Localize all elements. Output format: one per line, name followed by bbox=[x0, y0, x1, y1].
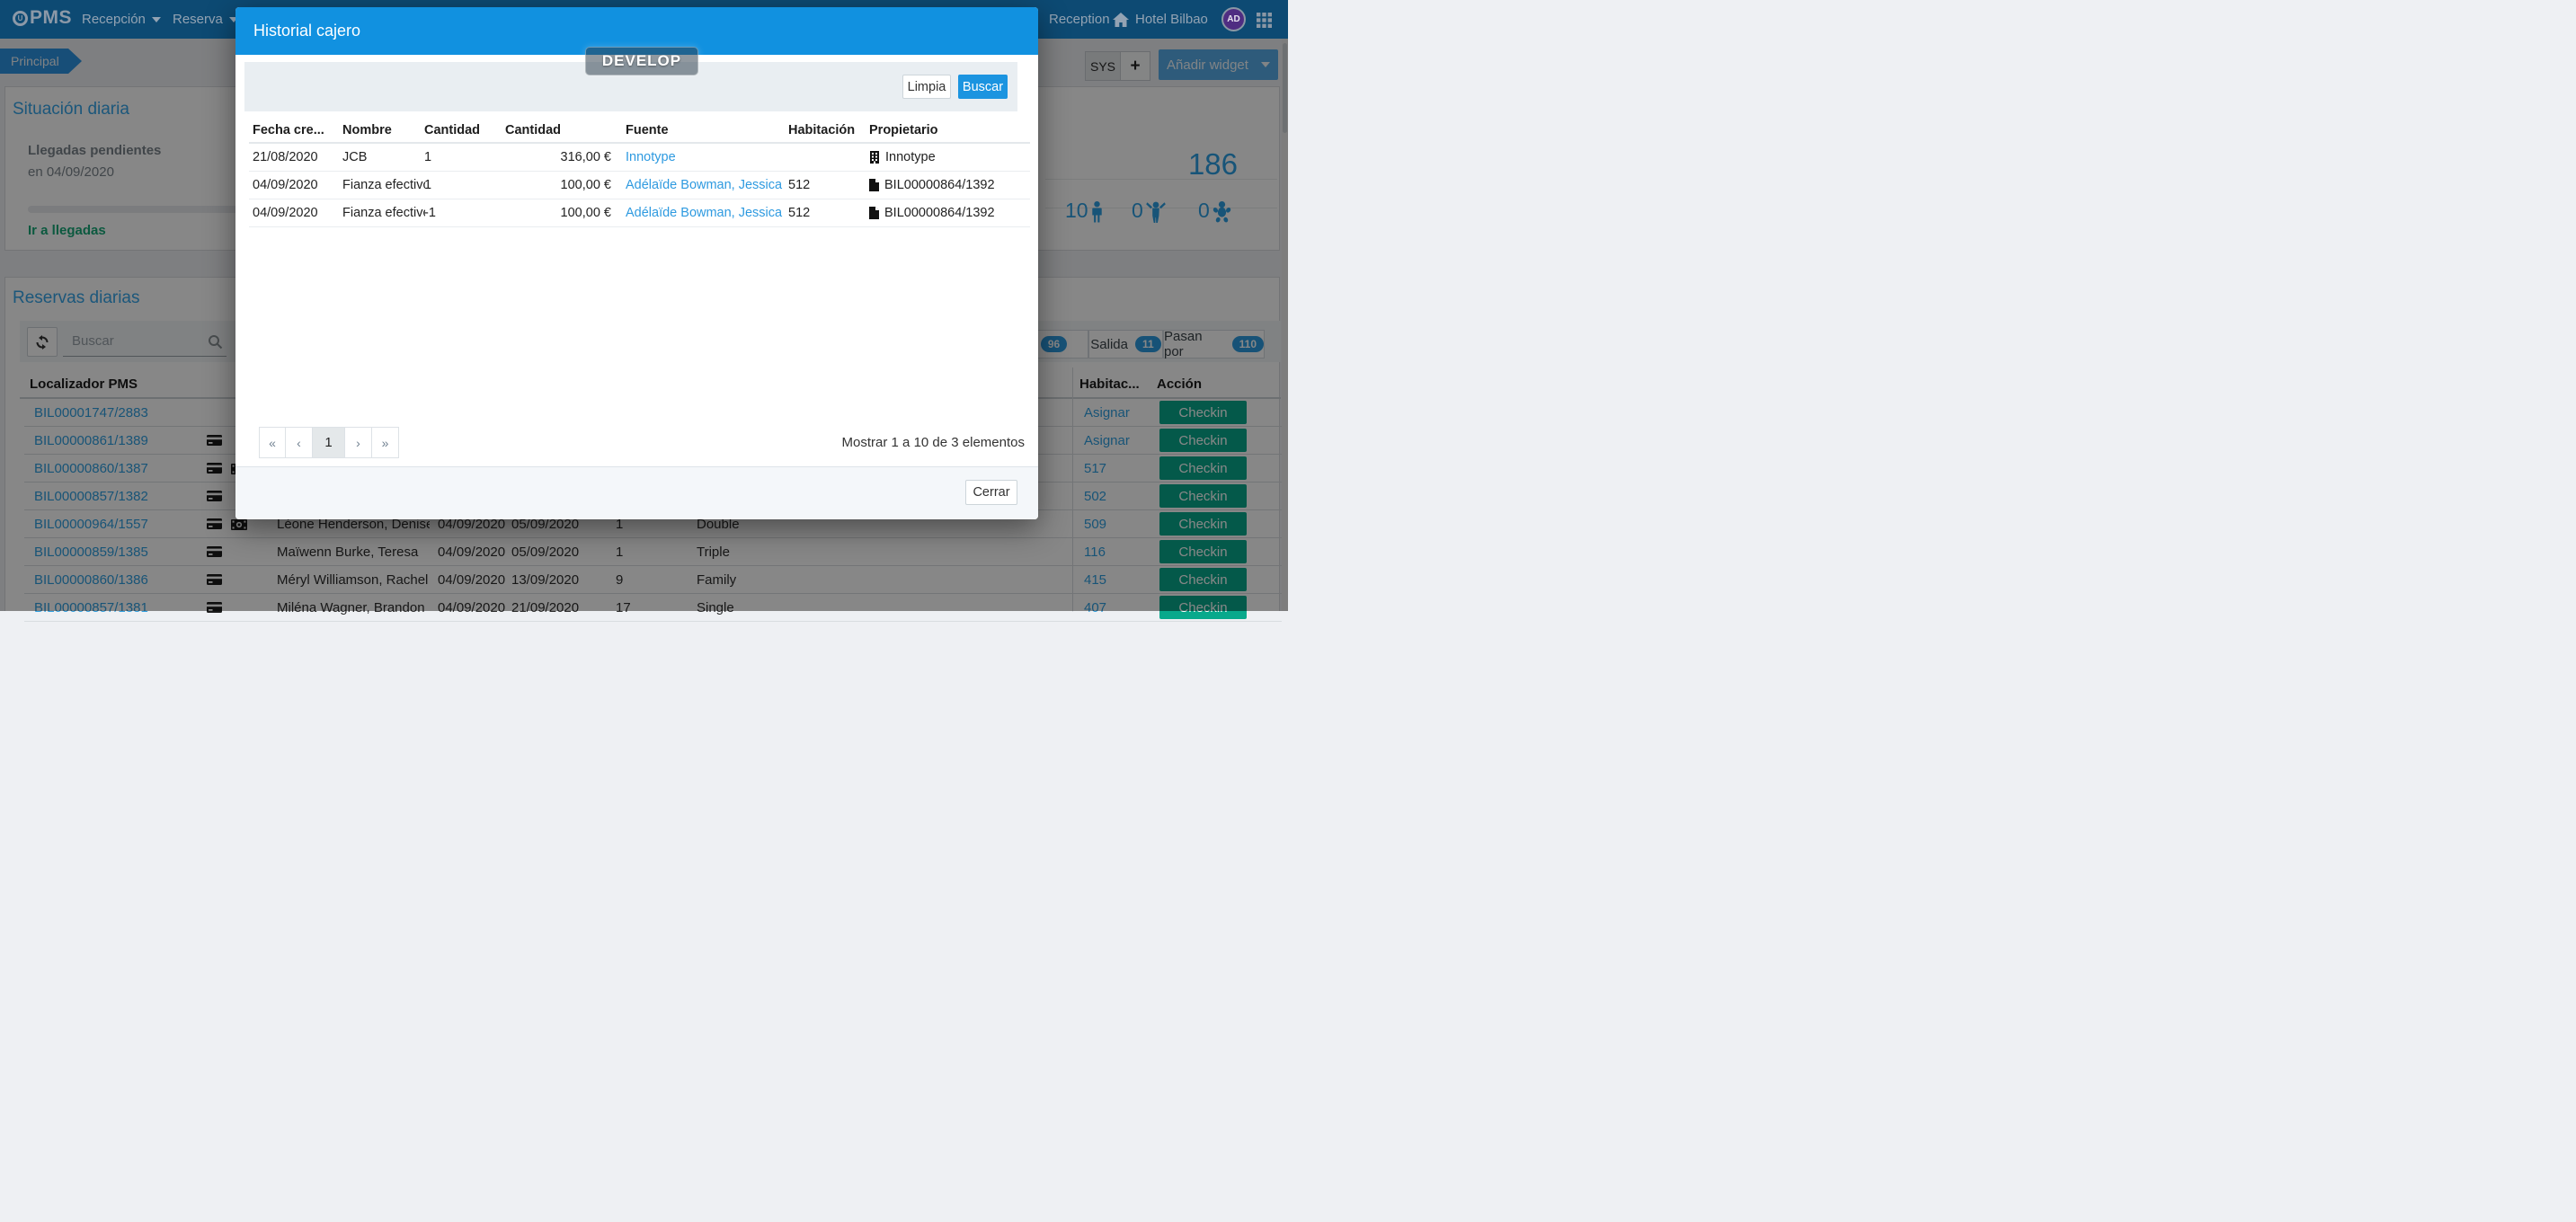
fecha-cell: 21/08/2020 bbox=[253, 150, 318, 164]
historial-cajero-modal: Historial cajero Limpia Buscar Fecha cre… bbox=[235, 7, 1038, 519]
fuente-link[interactable]: Adélaïde Bowman, Jessica bbox=[626, 178, 782, 192]
clear-button[interactable]: Limpia bbox=[902, 75, 951, 99]
propietario-cell: Innotype bbox=[869, 150, 936, 164]
nav-recepcion-label: Recepción bbox=[82, 12, 146, 27]
propietario-text: Innotype bbox=[885, 150, 936, 164]
propietario-text: BIL00000864/1392 bbox=[884, 178, 995, 192]
cantidad-cell: 1 bbox=[424, 178, 431, 192]
nav-reserva-label: Reserva bbox=[173, 12, 223, 27]
chevron-down-icon bbox=[152, 17, 161, 22]
pagination-page-1[interactable]: 1 bbox=[313, 427, 345, 458]
nombre-cell: JCB bbox=[342, 150, 425, 164]
col-fecha-creacion[interactable]: Fecha cre... bbox=[253, 123, 324, 137]
cantidad-cell: 1 bbox=[424, 150, 431, 164]
fecha-cell: 04/09/2020 bbox=[253, 206, 318, 220]
nombre-cell: Fianza efectivo bbox=[342, 206, 425, 220]
nav-item-hotel[interactable]: Hotel Bilbao bbox=[1113, 0, 1208, 39]
avatar[interactable]: AD bbox=[1221, 7, 1246, 31]
importe-cell: 100,00 € bbox=[505, 206, 611, 220]
nav-reception-label: Reception bbox=[1049, 12, 1110, 27]
nav-hotel-label: Hotel Bilbao bbox=[1135, 12, 1208, 27]
fecha-cell: 04/09/2020 bbox=[253, 178, 318, 192]
pagination: « ‹ 1 › » bbox=[259, 427, 399, 458]
propietario-cell: BIL00000864/1392 bbox=[869, 206, 995, 220]
modal-footer: Cerrar bbox=[235, 466, 1038, 519]
pagination-prev[interactable]: ‹ bbox=[286, 427, 313, 458]
habitacion-cell: 512 bbox=[788, 206, 810, 220]
close-button[interactable]: Cerrar bbox=[965, 480, 1017, 505]
col-nombre[interactable]: Nombre bbox=[342, 123, 392, 137]
cashier-row: 04/09/2020 Fianza efectivo 1 100,00 € Ad… bbox=[249, 172, 1030, 199]
col-habitacion[interactable]: Habitación bbox=[788, 123, 855, 137]
pagination-next[interactable]: › bbox=[345, 427, 372, 458]
pagination-first[interactable]: « bbox=[259, 427, 286, 458]
habitacion-cell: 512 bbox=[788, 178, 810, 192]
develop-environment-badge: DEVELOP bbox=[585, 47, 698, 75]
col-propietario[interactable]: Propietario bbox=[869, 123, 938, 137]
building-icon bbox=[869, 151, 880, 164]
home-icon bbox=[1113, 13, 1129, 27]
document-icon bbox=[869, 179, 879, 191]
cashier-history-table: Fecha cre... Nombre Cantidad Cantidad Fu… bbox=[249, 120, 1030, 227]
results-summary: Mostrar 1 a 10 de 3 elementos bbox=[842, 427, 1025, 458]
document-icon bbox=[869, 207, 879, 219]
fuente-link[interactable]: Adélaïde Bowman, Jessica bbox=[626, 206, 782, 220]
cantidad-cell: -1 bbox=[424, 206, 436, 220]
propietario-cell: BIL00000864/1392 bbox=[869, 178, 995, 192]
cashier-row: 04/09/2020 Fianza efectivo -1 100,00 € A… bbox=[249, 199, 1030, 227]
fuente-link[interactable]: Innotype bbox=[626, 150, 676, 164]
col-fuente[interactable]: Fuente bbox=[626, 123, 669, 137]
app-logo[interactable]: U PMS bbox=[13, 7, 72, 29]
search-button[interactable]: Buscar bbox=[958, 75, 1008, 99]
table-header-row: Fecha cre... Nombre Cantidad Cantidad Fu… bbox=[249, 120, 1030, 144]
propietario-text: BIL00000864/1392 bbox=[884, 206, 995, 220]
brand-u-icon: U bbox=[13, 11, 28, 26]
brand-text: PMS bbox=[30, 7, 72, 29]
nav-item-reception[interactable]: Reception bbox=[1049, 0, 1110, 39]
pagination-last[interactable]: » bbox=[372, 427, 399, 458]
importe-cell: 316,00 € bbox=[505, 150, 611, 164]
nav-item-recepcion[interactable]: Recepción bbox=[82, 0, 161, 39]
importe-cell: 100,00 € bbox=[505, 178, 611, 192]
nav-item-reserva[interactable]: Reserva bbox=[173, 0, 238, 39]
apps-grid-icon[interactable] bbox=[1257, 13, 1272, 28]
modal-title: Historial cajero bbox=[253, 22, 360, 40]
col-cantidad[interactable]: Cantidad bbox=[424, 123, 480, 137]
col-cantidad-importe[interactable]: Cantidad bbox=[505, 123, 561, 137]
nombre-cell: Fianza efectivo bbox=[342, 178, 425, 192]
cashier-row: 21/08/2020 JCB 1 316,00 € Innotype Innot… bbox=[249, 144, 1030, 172]
